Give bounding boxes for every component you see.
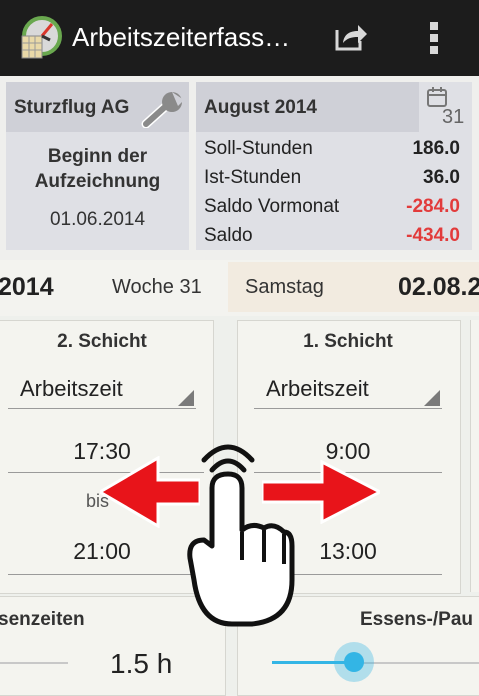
meal-break-slider[interactable] <box>272 640 479 684</box>
weekday-label: Samstag <box>245 276 324 298</box>
record-start-date: 01.06.2014 <box>49 209 146 230</box>
calendar-day: 31 <box>442 106 465 128</box>
share-icon[interactable] <box>334 22 368 52</box>
wrench-icon[interactable] <box>140 90 186 129</box>
year-label: 2014 <box>0 273 54 301</box>
company-card[interactable]: Sturzflug AG Beginn der Aufzeichnung 01.… <box>6 82 189 250</box>
stat-value: 36.0 <box>423 167 460 188</box>
stat-label: Saldo Vormonat <box>204 196 340 217</box>
shift-type-value: Arbeitszeit <box>20 376 123 401</box>
shift-type-spinner[interactable]: Arbeitszeit <box>8 372 196 409</box>
stat-value: 186.0 <box>412 138 460 159</box>
stat-label: Soll-Stunden <box>204 138 313 159</box>
month-stat-row: Soll-Stunden 186.0 <box>204 138 460 166</box>
slider-thumb[interactable] <box>334 642 374 682</box>
swipe-left-arrow-icon <box>97 455 202 529</box>
date-label: 02.08.2 <box>398 273 479 301</box>
day-header[interactable]: Samstag 02.08.2 <box>228 262 479 312</box>
end-time-value: 21:00 <box>73 538 131 564</box>
break-slider-track <box>0 662 68 664</box>
spinner-arrow-icon <box>178 390 194 406</box>
calendar-icon[interactable]: 31 <box>422 84 468 130</box>
stat-label: Saldo <box>204 225 253 246</box>
end-time-field[interactable]: 21:00 <box>8 532 204 575</box>
app-title: Arbeitszeiterfass… <box>72 22 291 52</box>
meal-break-label: Essens-/Pau <box>360 609 473 630</box>
overflow-menu-icon[interactable] <box>430 22 440 54</box>
shift-panel-edge <box>470 320 479 592</box>
month-stat-row: Ist-Stunden 36.0 <box>204 167 460 195</box>
week-label: Woche 31 <box>112 276 202 298</box>
shift-type-spinner[interactable]: Arbeitszeit <box>254 372 442 409</box>
stat-value: -284.0 <box>406 196 460 217</box>
month-title: August 2014 <box>204 97 317 118</box>
break-times-label: senzeiten <box>0 609 85 630</box>
company-name: Sturzflug AG <box>14 97 130 118</box>
shift-title: 2. Schicht <box>57 331 147 352</box>
month-card[interactable]: August 2014 31 Soll-Stunden 186.0 Ist-St… <box>196 82 472 250</box>
spinner-arrow-icon <box>424 390 440 406</box>
stat-label: Ist-Stunden <box>204 167 302 188</box>
month-stat-row: Saldo Vormonat -284.0 <box>204 196 460 224</box>
action-bar: Arbeitszeiterfass… <box>0 0 479 76</box>
stat-value: -434.0 <box>406 225 460 246</box>
swipe-hand-icon <box>186 440 296 630</box>
shift-type-value: Arbeitszeit <box>266 376 369 401</box>
app-logo-icon[interactable] <box>18 16 62 60</box>
break-duration-value: 1.5 h <box>110 648 173 679</box>
month-stat-row: Saldo -434.0 <box>204 225 460 253</box>
record-start-label: Beginn der Aufzeichnung <box>34 146 161 192</box>
shift-title: 1. Schicht <box>303 331 393 352</box>
